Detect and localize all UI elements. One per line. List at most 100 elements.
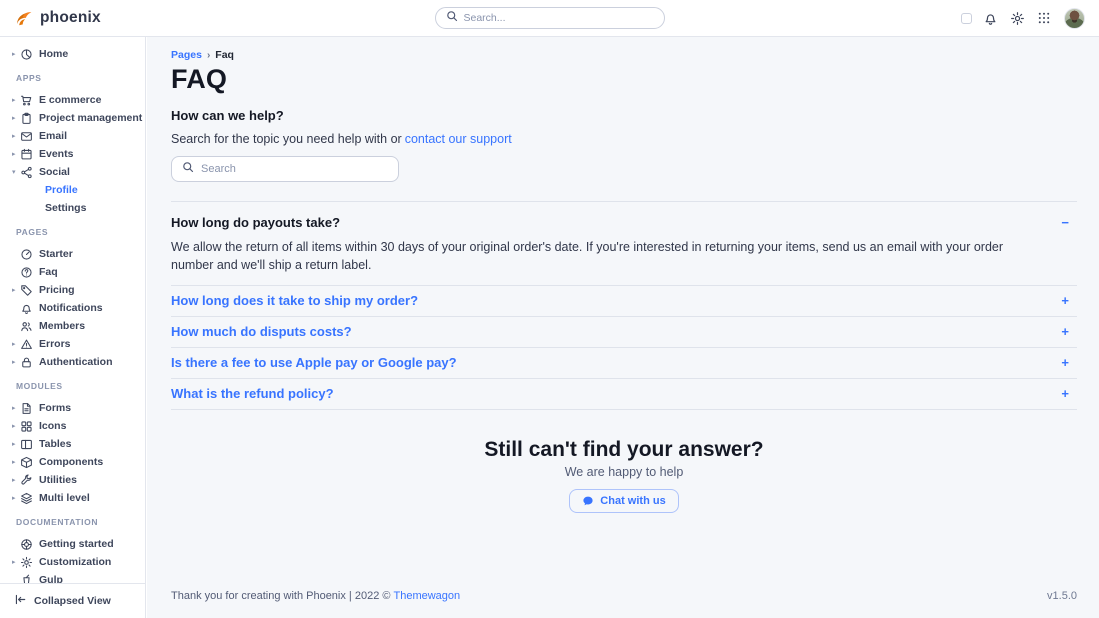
- sidebar-item-events[interactable]: ▸Events: [0, 145, 145, 163]
- sidebar-item-multi-level[interactable]: ▸Multi level: [0, 489, 145, 507]
- sidebar-item-faq[interactable]: Faq: [0, 263, 145, 281]
- file-text-icon: [20, 402, 33, 415]
- user-avatar[interactable]: [1064, 8, 1085, 29]
- sidebar-item-components[interactable]: ▸Components: [0, 453, 145, 471]
- collapse-minus-icon[interactable]: −: [1057, 214, 1073, 232]
- caret-right-icon: ▸: [12, 51, 20, 58]
- faq-item: How long do payouts take?−We allow the r…: [171, 202, 1077, 286]
- sidebar-subitem-label: Profile: [45, 184, 78, 196]
- caret-right-icon: ▸: [12, 133, 20, 140]
- sidebar-item-utilities[interactable]: ▸ Utilities: [0, 471, 145, 489]
- caret-right-icon: ▸: [12, 359, 20, 366]
- faq-item: How long does it take to ship my order? +: [171, 286, 1077, 317]
- mail-icon: [20, 130, 33, 143]
- faq-question-row[interactable]: How long does it take to ship my order? +: [171, 286, 1077, 316]
- sidebar-item-label: Tables: [39, 438, 71, 450]
- footer-credit: Thank you for creating with Phoenix | 20…: [171, 590, 460, 602]
- sidebar-item-icons[interactable]: ▸Icons: [0, 417, 145, 435]
- caret-right-icon: ▸: [12, 97, 20, 104]
- faq-question-row[interactable]: Is there a fee to use Apple pay or Googl…: [171, 348, 1077, 378]
- sidebar-item-gulp[interactable]: Gulp: [0, 571, 145, 583]
- expand-plus-icon[interactable]: +: [1057, 385, 1073, 403]
- chat-with-us-button[interactable]: Chat with us: [569, 489, 678, 513]
- faq-question: How much do disputs costs?: [171, 323, 352, 341]
- expand-plus-icon[interactable]: +: [1057, 292, 1073, 310]
- sidebar-item-email[interactable]: ▸Email: [0, 127, 145, 145]
- collapse-arrow-icon: [14, 593, 27, 609]
- collapsed-view-label: Collapsed View: [34, 595, 111, 607]
- sidebar-subitem-profile[interactable]: Profile: [0, 181, 145, 199]
- theme-toggle[interactable]: [961, 13, 972, 24]
- bell-icon[interactable]: [981, 9, 999, 27]
- users-icon: [20, 320, 33, 333]
- sidebar-item-tables[interactable]: ▸ Tables: [0, 435, 145, 453]
- brand-logo[interactable]: phoenix: [0, 8, 101, 28]
- themewagon-link[interactable]: Themewagon: [393, 590, 460, 602]
- sidebar-item-notifications[interactable]: Notifications: [0, 299, 145, 317]
- collapsed-view-button[interactable]: Collapsed View: [0, 583, 145, 618]
- sidebar-item-social[interactable]: ▾Social: [0, 163, 145, 181]
- faq-accordion: How long do payouts take?−We allow the r…: [171, 201, 1077, 410]
- sidebar-item-authentication[interactable]: ▸Authentication: [0, 353, 145, 371]
- navbar-search[interactable]: [435, 7, 665, 29]
- caret-right-icon: ▸: [12, 115, 20, 122]
- sidebar-item-label: Utilities: [39, 474, 77, 486]
- sidebar-item-project-management[interactable]: ▸Project management: [0, 109, 145, 127]
- sidebar-item-label: Notifications: [39, 302, 103, 314]
- sidebar-item-forms[interactable]: ▸Forms: [0, 399, 145, 417]
- sidebar-item-label: Customization: [39, 556, 111, 568]
- sidebar-item-label: Icons: [39, 420, 66, 432]
- sidebar-section-label-documentation: DOCUMENTATION: [0, 515, 145, 529]
- sidebar-item-members[interactable]: Members: [0, 317, 145, 335]
- help-heading: How can we help?: [171, 108, 1077, 123]
- gear-icon[interactable]: [1008, 9, 1026, 27]
- faq-search[interactable]: [171, 156, 399, 182]
- faq-question-row[interactable]: What is the refund policy? +: [171, 379, 1077, 409]
- faq-item: Is there a fee to use Apple pay or Googl…: [171, 348, 1077, 379]
- expand-plus-icon[interactable]: +: [1057, 323, 1073, 341]
- navbar-search-input[interactable]: [464, 12, 654, 24]
- cta-subtitle: We are happy to help: [171, 465, 1077, 479]
- sidebar-item-label: Forms: [39, 402, 71, 414]
- help-circle-icon: [20, 266, 33, 279]
- calendar-icon: [20, 148, 33, 161]
- clipboard-icon: [20, 112, 33, 125]
- sidebar-item-label: Social: [39, 166, 70, 178]
- alert-triangle-icon: [20, 338, 33, 351]
- caret-right-icon: ▸: [12, 441, 20, 448]
- breadcrumb-pages-link[interactable]: Pages: [171, 49, 202, 61]
- sidebar: ▸HomeAPPS▸E commerce▸Project management▸…: [0, 37, 146, 618]
- sidebar-item-label: Home: [39, 48, 68, 60]
- faq-question-row[interactable]: How much do disputs costs? +: [171, 317, 1077, 347]
- sidebar-item-label: Faq: [39, 266, 58, 278]
- sidebar-item-label: Errors: [39, 338, 71, 350]
- sidebar-item-home[interactable]: ▸ Home: [0, 45, 145, 63]
- caret-right-icon: ▸: [12, 559, 20, 566]
- cta-title: Still can't find your answer?: [171, 438, 1077, 462]
- sidebar-item-getting-started[interactable]: Getting started: [0, 535, 145, 553]
- apps-grid-icon[interactable]: [1035, 9, 1053, 27]
- page-footer: Thank you for creating with Phoenix | 20…: [147, 580, 1099, 618]
- sidebar-item-starter[interactable]: Starter: [0, 245, 145, 263]
- sidebar-item-customization[interactable]: ▸ Customization: [0, 553, 145, 571]
- faq-question: What is the refund policy?: [171, 385, 334, 403]
- faq-question: How long does it take to ship my order?: [171, 292, 418, 310]
- contact-support-link[interactable]: contact our support: [405, 132, 512, 146]
- sidebar-item-label: Events: [39, 148, 73, 160]
- faq-search-input[interactable]: [201, 163, 388, 175]
- sidebar-item-pricing[interactable]: ▸Pricing: [0, 281, 145, 299]
- caret-right-icon: ▸: [12, 477, 20, 484]
- sidebar-item-label: Members: [39, 320, 85, 332]
- gulp-icon: [20, 574, 33, 584]
- sidebar-item-label: Starter: [39, 248, 73, 260]
- sidebar-item-e-commerce[interactable]: ▸E commerce: [0, 91, 145, 109]
- main-content: Pages › Faq FAQ How can we help? Search …: [147, 37, 1099, 618]
- sidebar-item-errors[interactable]: ▸Errors: [0, 335, 145, 353]
- cta-section: Still can't find your answer? We are hap…: [171, 438, 1077, 513]
- expand-plus-icon[interactable]: +: [1057, 354, 1073, 372]
- sidebar-subitem-settings[interactable]: Settings: [0, 199, 145, 217]
- sidebar-nav: ▸HomeAPPS▸E commerce▸Project management▸…: [0, 37, 145, 583]
- sidebar-item-label: Components: [39, 456, 103, 468]
- faq-question-row[interactable]: How long do payouts take?−: [171, 202, 1077, 234]
- sidebar-subitem-label: Settings: [45, 202, 86, 214]
